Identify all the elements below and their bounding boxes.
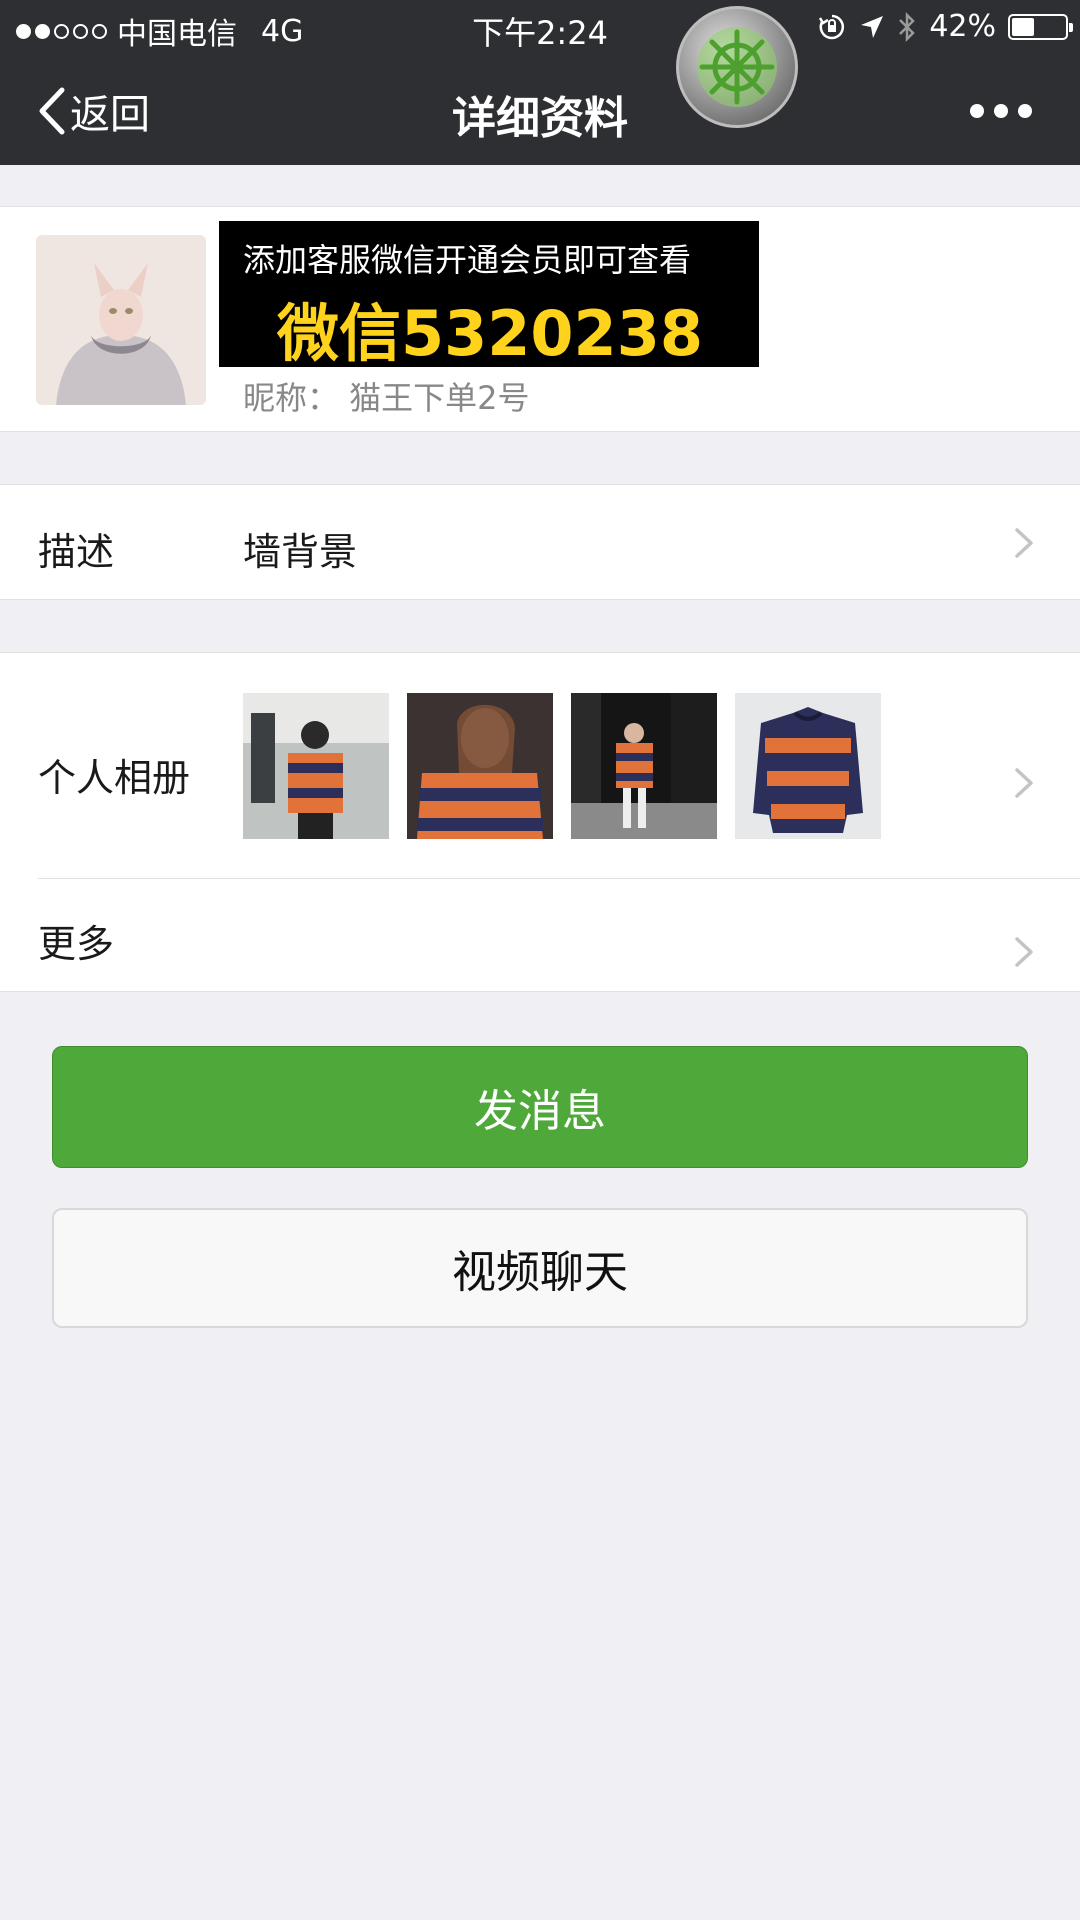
promo-banner-line1: 添加客服微信开通会员即可查看 [243,241,692,279]
status-right: 42% [817,9,1073,44]
battery-fill [1012,17,1034,36]
status-bar: 中国电信 4G 下午2:24 42% [0,0,1080,52]
more-options-button[interactable] [970,104,1032,118]
battery-percent: 42% [929,9,996,44]
more-dot-icon [1018,104,1032,118]
more-info-label[interactable]: 更多 [38,913,114,968]
promo-banner: 添加客服微信开通会员即可查看 微信5320238 [219,221,759,370]
profile-card: 添加客服微信开通会员即可查看 微信5320238 昵称： 猫王下单2号 [0,206,1080,432]
more-dot-icon [970,104,984,118]
nav-bar: 返回 详细资料 [0,52,1080,165]
promo-banner-line2: 微信5320238 [277,297,703,370]
description-row[interactable]: 描述 墙背景 [0,484,1080,600]
video-chat-button[interactable]: 视频聊天 [52,1208,1028,1328]
top-bar: 中国电信 4G 下午2:24 42% 返回 详细资料 [0,0,1080,165]
description-value: 墙背景 [243,530,358,574]
description-label: 描述 [38,530,115,574]
cat-avatar-image [36,235,206,405]
send-message-button[interactable]: 发消息 [52,1046,1028,1168]
chevron-right-icon[interactable] [1006,935,1040,969]
more-dot-icon [994,104,1008,118]
page-title: 详细资料 [452,93,628,144]
bluetooth-icon [899,11,916,42]
album-photo[interactable] [243,693,389,839]
rotation-lock-icon [819,14,845,39]
row-divider [38,878,1080,879]
nickname: 昵称： 猫王下单2号 [243,379,530,417]
album-photo[interactable] [735,693,881,839]
chevron-right-icon[interactable] [1006,766,1040,800]
album-photo[interactable] [571,693,717,839]
location-arrow-icon [861,15,884,38]
album-photo[interactable] [407,693,553,839]
chevron-right-icon [1015,528,1033,558]
ship-wheel-icon[interactable] [676,6,798,128]
avatar[interactable] [36,235,206,405]
profile-screen: 中国电信 4G 下午2:24 42% 返回 详细资料 添加客服微信开通会员即可查… [0,0,1080,1920]
battery-icon [1008,13,1073,40]
album-label: 个人相册 [38,756,191,800]
album-thumbnails[interactable] [243,693,881,839]
profile-links-group: 个人相册 更多 [0,652,1080,992]
ship-wheel-graphic [697,27,777,107]
